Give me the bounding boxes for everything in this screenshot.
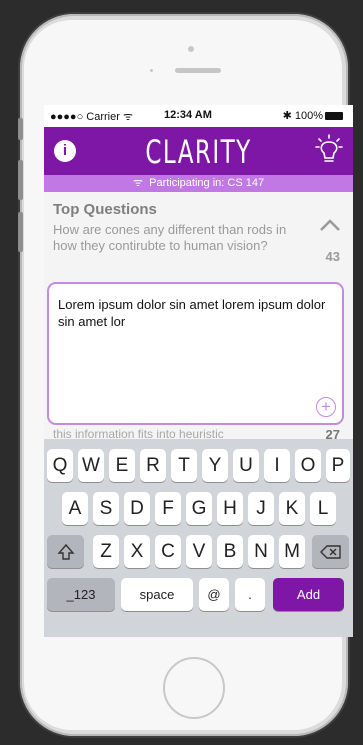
- shift-icon: [56, 543, 75, 560]
- question-text[interactable]: How are cones any different than rods in…: [53, 222, 288, 254]
- key-h[interactable]: H: [217, 492, 243, 525]
- key-j[interactable]: J: [248, 492, 274, 525]
- space-key[interactable]: space: [121, 578, 193, 611]
- mute-switch: [18, 118, 23, 140]
- key-a[interactable]: A: [62, 492, 88, 525]
- key-g[interactable]: G: [186, 492, 212, 525]
- app-title: CLARITY: [145, 133, 252, 171]
- key-k[interactable]: K: [279, 492, 305, 525]
- vote-count: 43: [325, 249, 340, 264]
- wifi-icon: ᯤ: [122, 111, 133, 123]
- key-x[interactable]: X: [124, 535, 150, 568]
- key-u[interactable]: U: [233, 449, 259, 482]
- participating-banner: ᯤ Participating in: CS 147: [44, 175, 353, 192]
- key-y[interactable]: Y: [202, 449, 228, 482]
- section-title: Top Questions: [53, 201, 157, 218]
- carrier-label: ●●●●○ Carrier ᯤ: [50, 111, 133, 123]
- key-o[interactable]: O: [295, 449, 321, 482]
- key-d[interactable]: D: [124, 492, 150, 525]
- key-p[interactable]: P: [326, 449, 350, 482]
- backspace-icon: [319, 545, 341, 559]
- battery-indicator: ✱ 100%: [283, 109, 343, 122]
- key-s[interactable]: S: [93, 492, 119, 525]
- home-button[interactable]: [163, 657, 225, 719]
- numbers-key[interactable]: _123: [47, 578, 115, 611]
- volume-down-button: [18, 212, 23, 252]
- status-time: 12:34 AM: [164, 109, 212, 121]
- bluetooth-icon: ✱: [282, 110, 292, 122]
- key-e[interactable]: E: [109, 449, 135, 482]
- plus-icon[interactable]: +: [316, 397, 336, 417]
- key-l[interactable]: L: [310, 492, 336, 525]
- sensor-dot: [150, 69, 153, 72]
- compose-input-text[interactable]: Lorem ipsum dolor sin amet lorem ipsum d…: [58, 296, 328, 330]
- key-c[interactable]: C: [155, 535, 181, 568]
- key-z[interactable]: Z: [93, 535, 119, 568]
- shift-key[interactable]: [47, 535, 84, 568]
- key-q[interactable]: Q: [47, 449, 73, 482]
- key-i[interactable]: I: [264, 449, 290, 482]
- key-n[interactable]: N: [248, 535, 274, 568]
- info-icon[interactable]: i: [54, 140, 76, 162]
- add-button[interactable]: Add: [273, 578, 344, 611]
- key-r[interactable]: R: [140, 449, 166, 482]
- volume-up-button: [18, 160, 23, 200]
- key-t[interactable]: T: [171, 449, 197, 482]
- keyboard: Q W E R T Y U I O P A S D F G H J K L Z …: [44, 439, 353, 637]
- key-w[interactable]: W: [78, 449, 104, 482]
- status-bar: ●●●●○ Carrier ᯤ 12:34 AM ✱ 100%: [44, 105, 353, 127]
- app-header: i CLARITY: [44, 127, 353, 175]
- key-v[interactable]: V: [186, 535, 212, 568]
- key-m[interactable]: M: [279, 535, 305, 568]
- lightbulb-icon[interactable]: [315, 133, 343, 167]
- key-f[interactable]: F: [155, 492, 181, 525]
- earpiece-speaker: [175, 68, 221, 73]
- battery-icon: [325, 112, 343, 121]
- phone-screen: ●●●●○ Carrier ᯤ 12:34 AM ✱ 100% i CLARIT…: [44, 105, 353, 637]
- front-camera: [188, 46, 194, 52]
- dot-key[interactable]: .: [235, 578, 265, 611]
- wifi-icon: ᯤ: [132, 177, 143, 189]
- key-b[interactable]: B: [217, 535, 243, 568]
- delete-key[interactable]: [312, 535, 349, 568]
- at-key[interactable]: @: [199, 578, 229, 611]
- upvote-icon[interactable]: [319, 218, 341, 232]
- question-compose-box[interactable]: Lorem ipsum dolor sin amet lorem ipsum d…: [47, 282, 344, 425]
